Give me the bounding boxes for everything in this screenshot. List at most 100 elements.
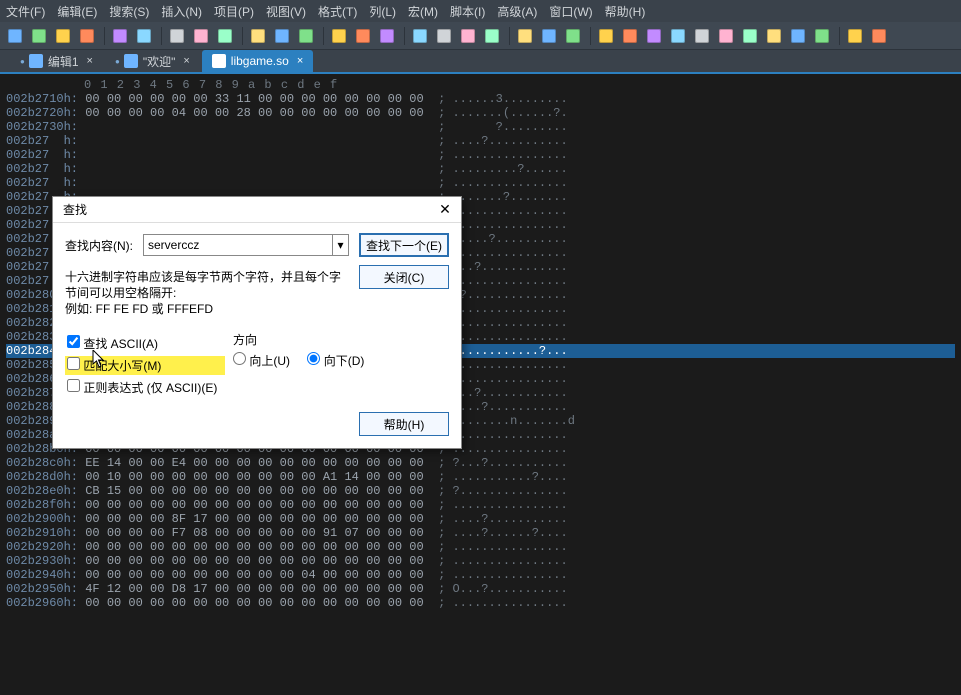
hex-row[interactable]: 002b27 h: ; ................ (6, 176, 955, 190)
he-b-icon[interactable] (433, 25, 455, 47)
uc2-icon[interactable] (538, 25, 560, 47)
v2-icon[interactable] (619, 25, 641, 47)
dialog-title: 查找 (63, 201, 87, 218)
hex-row[interactable]: 002b27 h: ; ................ (6, 148, 955, 162)
menu-item[interactable]: 视图(V) (266, 3, 306, 20)
mark3-icon[interactable] (376, 25, 398, 47)
tab-strip: 编辑1×"欢迎"×libgame.so× (0, 50, 961, 74)
close-icon[interactable]: × (183, 55, 189, 67)
menu-bar: 文件(F) 编辑(E) 搜索(S) 插入(N) 项目(P) 视图(V) 格式(T) 列(L) 宏… (0, 0, 961, 22)
search-input[interactable] (143, 234, 333, 256)
v9-icon[interactable] (787, 25, 809, 47)
menu-item[interactable]: 格式(T) (318, 3, 357, 20)
menu-item[interactable]: 项目(P) (214, 3, 254, 20)
he-c-icon[interactable] (457, 25, 479, 47)
toolbar-separator (509, 27, 510, 45)
direction-legend: 方向 (233, 331, 378, 348)
open-icon[interactable] (28, 25, 50, 47)
toolbar-separator (104, 27, 105, 45)
v5-icon[interactable] (691, 25, 713, 47)
menu-item[interactable]: 插入(N) (161, 3, 202, 20)
hex-row[interactable]: 002b2720h: 00 00 00 00 04 00 00 28 00 00… (6, 106, 955, 120)
close-icon[interactable]: ✕ (435, 200, 455, 220)
toolbar-separator (839, 27, 840, 45)
hex-row[interactable]: 002b2920h: 00 00 00 00 00 00 00 00 00 00… (6, 540, 955, 554)
v3-icon[interactable] (643, 25, 665, 47)
hex-row[interactable]: 002b2950h: 4F 12 00 00 D8 17 00 00 00 00… (6, 582, 955, 596)
hex-row[interactable]: 002b2940h: 00 00 00 00 00 00 00 00 00 00… (6, 568, 955, 582)
dir-up[interactable]: 向上(U) (233, 354, 290, 368)
new-icon[interactable] (4, 25, 26, 47)
menu-item[interactable]: 高级(A) (497, 3, 537, 20)
cut-icon[interactable] (166, 25, 188, 47)
hex-row[interactable]: 002b27 h: ; .........?...... (6, 162, 955, 176)
hex-row[interactable]: 002b28d0h: 00 10 00 00 00 00 00 00 00 00… (6, 470, 955, 484)
tab[interactable]: "欢迎" × (105, 50, 200, 72)
file-icon (29, 54, 43, 68)
v4-icon[interactable] (667, 25, 689, 47)
dir-down[interactable]: 向下(D) (307, 354, 364, 368)
mark2-icon[interactable] (352, 25, 374, 47)
menu-item[interactable]: 脚本(I) (450, 3, 485, 20)
find-dialog: 查找 ✕ 查找内容(N): ▾ 查找下一个(E) 十六进制字符串应该是每字节两个… (52, 196, 462, 449)
undo-icon[interactable] (109, 25, 131, 47)
tab[interactable]: libgame.so× (202, 50, 313, 72)
help-icon[interactable] (844, 25, 866, 47)
find-next-button[interactable]: 查找下一个(E) (359, 233, 449, 257)
hex-row[interactable]: 002b27 h: ; ....?........... (6, 134, 955, 148)
opt-ascii[interactable]: 查找 ASCII(A) (65, 334, 225, 353)
toolbar-separator (590, 27, 591, 45)
menu-item[interactable]: 帮助(H) (605, 3, 646, 20)
v6-icon[interactable] (715, 25, 737, 47)
tab[interactable]: 编辑1 × (10, 50, 103, 72)
search-label: 查找内容(N): (65, 237, 143, 254)
close-icon[interactable]: × (297, 55, 303, 67)
toolbar (0, 22, 961, 50)
tab-label: "欢迎" (143, 53, 176, 70)
he-d-icon[interactable] (481, 25, 503, 47)
uc1-icon[interactable] (514, 25, 536, 47)
tab-label: 编辑1 (48, 53, 79, 70)
menu-item[interactable]: 宏(M) (408, 3, 438, 20)
copy-icon[interactable] (190, 25, 212, 47)
file-icon (212, 54, 226, 68)
hex-row[interactable]: 002b2730h: ; ?......... (6, 120, 955, 134)
hex-row[interactable]: 002b28c0h: EE 14 00 00 E4 00 00 00 00 00… (6, 456, 955, 470)
hex-row[interactable]: 002b28e0h: CB 15 00 00 00 00 00 00 00 00… (6, 484, 955, 498)
menu-item[interactable]: 列(L) (369, 3, 396, 20)
opt-match-case[interactable]: 匹配大小写(M) (65, 356, 225, 375)
chevron-down-icon[interactable]: ▾ (333, 234, 349, 256)
toolbar-separator (242, 27, 243, 45)
hex-column-header: 0 1 2 3 4 5 6 7 8 9 a b c d e f (6, 78, 955, 92)
paste-icon[interactable] (214, 25, 236, 47)
v8-icon[interactable] (763, 25, 785, 47)
hex-editor[interactable]: 0 1 2 3 4 5 6 7 8 9 a b c d e f 002b2710… (0, 74, 961, 695)
hex-row[interactable]: 002b2710h: 00 00 00 00 00 00 33 11 00 00… (6, 92, 955, 106)
v1-icon[interactable] (595, 25, 617, 47)
opt-regex[interactable]: 正则表达式 (仅 ASCII)(E) (65, 378, 225, 397)
hex-row[interactable]: 002b2910h: 00 00 00 00 F7 08 00 00 00 00… (6, 526, 955, 540)
close-icon[interactable]: × (87, 55, 93, 67)
v10-icon[interactable] (811, 25, 833, 47)
menu-item[interactable]: 编辑(E) (57, 3, 97, 20)
hex-row[interactable]: 002b28f0h: 00 00 00 00 00 00 00 00 00 00… (6, 498, 955, 512)
goto-icon[interactable] (295, 25, 317, 47)
replace-icon[interactable] (271, 25, 293, 47)
saveall-icon[interactable] (76, 25, 98, 47)
v7-icon[interactable] (739, 25, 761, 47)
menu-item[interactable]: 文件(F) (6, 3, 45, 20)
redo-icon[interactable] (133, 25, 155, 47)
he-a-icon[interactable] (409, 25, 431, 47)
mark1-icon[interactable] (328, 25, 350, 47)
about-icon[interactable] (868, 25, 890, 47)
hex-row[interactable]: 002b2930h: 00 00 00 00 00 00 00 00 00 00… (6, 554, 955, 568)
uc3-icon[interactable] (562, 25, 584, 47)
menu-item[interactable]: 搜索(S) (109, 3, 149, 20)
find-icon[interactable] (247, 25, 269, 47)
menu-item[interactable]: 窗口(W) (549, 3, 592, 20)
close-button[interactable]: 关闭(C) (359, 265, 449, 289)
hex-row[interactable]: 002b2900h: 00 00 00 00 8F 17 00 00 00 00… (6, 512, 955, 526)
help-button[interactable]: 帮助(H) (359, 412, 449, 436)
save-icon[interactable] (52, 25, 74, 47)
hex-row[interactable]: 002b2960h: 00 00 00 00 00 00 00 00 00 00… (6, 596, 955, 610)
